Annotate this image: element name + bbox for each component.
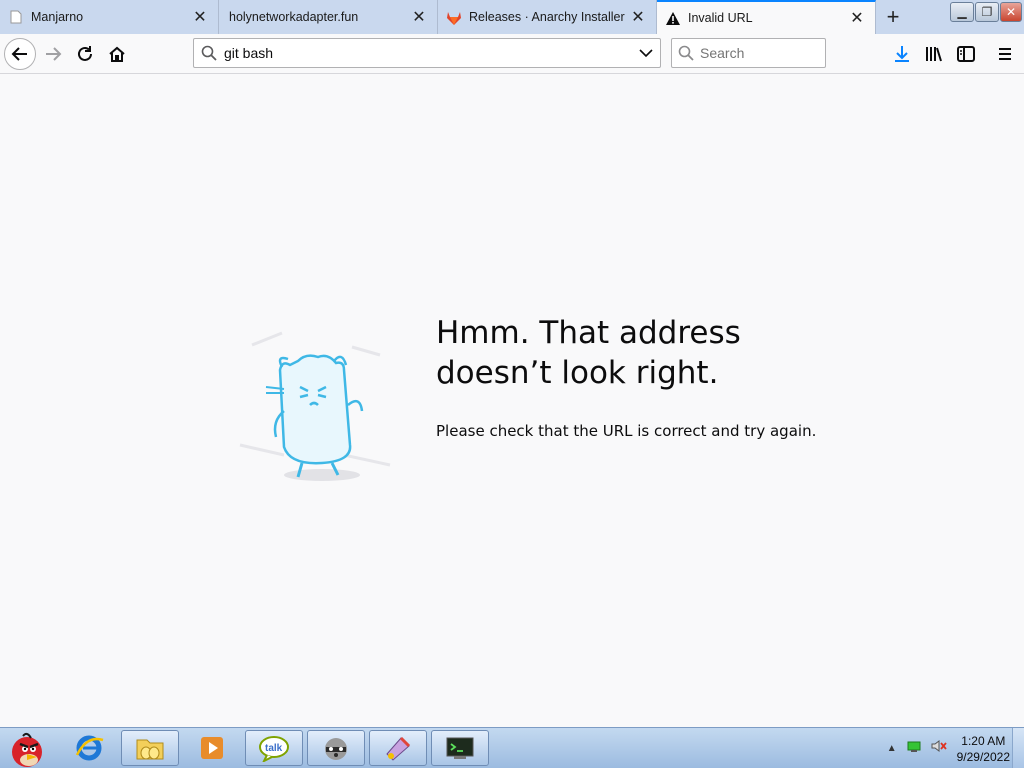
page-icon [8, 9, 24, 25]
close-icon[interactable]: ✕ [847, 8, 867, 28]
warning-icon [665, 10, 681, 26]
chevron-down-icon[interactable] [632, 48, 660, 58]
home-icon [109, 46, 125, 62]
library-button[interactable] [919, 38, 949, 70]
tab-strip: Manjarno ✕ holynetworkadapter.fun ✕ Rele… [0, 0, 1024, 34]
google-talk-button[interactable]: talk [245, 730, 303, 766]
angry-bird-icon [12, 732, 42, 767]
close-icon[interactable]: ✕ [409, 7, 429, 27]
svg-text:talk: talk [265, 743, 283, 754]
address-input[interactable] [224, 45, 632, 61]
window-close-button[interactable]: ✕ [1000, 2, 1022, 22]
arrow-right-icon [46, 47, 62, 61]
tab-manjarno[interactable]: Manjarno ✕ [0, 0, 219, 34]
speaker-muted-icon[interactable] [931, 739, 947, 758]
arrow-left-icon [11, 47, 27, 61]
gitlab-icon [446, 9, 462, 25]
terminal-icon [446, 737, 474, 759]
clock-date: 9/29/2022 [956, 749, 1010, 764]
back-button[interactable] [4, 38, 36, 70]
media-player-icon [201, 737, 223, 759]
search-icon [672, 45, 700, 61]
raccoon-icon [325, 738, 347, 760]
tab-releases[interactable]: Releases · Anarchy Installer ✕ [438, 0, 657, 34]
home-button[interactable] [101, 38, 133, 70]
minimize-button[interactable]: ▁ [950, 2, 974, 22]
show-desktop-button[interactable] [1012, 728, 1024, 768]
network-icon[interactable] [907, 740, 921, 758]
tab-label: Manjarno [31, 10, 84, 24]
error-page: Hmm. That address doesn’t look right. Pl… [0, 75, 1024, 727]
media-player-button[interactable] [183, 730, 241, 766]
error-title-line1: Hmm. That address [436, 315, 741, 351]
google-talk-icon: talk [259, 736, 289, 762]
internet-explorer-button[interactable] [60, 730, 118, 766]
error-illustration [232, 325, 392, 495]
close-icon[interactable]: ✕ [628, 7, 648, 27]
new-tab-button[interactable]: + [876, 0, 910, 34]
tab-label: Releases · Anarchy Installer [469, 10, 625, 24]
chevron-up-icon[interactable]: ▲ [887, 743, 897, 754]
forward-button[interactable] [37, 38, 69, 70]
reload-button[interactable] [69, 38, 101, 70]
window-controls: ▁ ❐ ✕ [950, 2, 1022, 22]
hamburger-icon [999, 48, 1011, 60]
tab-label: holynetworkadapter.fun [229, 10, 359, 24]
menu-button[interactable] [990, 38, 1020, 70]
folder-icon [136, 739, 164, 760]
sidebar-button[interactable] [951, 38, 981, 70]
raccoon-app-button[interactable] [307, 730, 365, 766]
file-explorer-button[interactable] [121, 730, 179, 766]
search-input[interactable] [700, 45, 818, 61]
internet-explorer-icon [75, 735, 104, 761]
terminal-app-button[interactable] [431, 730, 489, 766]
sidebar-icon [957, 46, 975, 62]
error-title: Hmm. That address doesn’t look right. [436, 313, 796, 393]
downloads-button[interactable] [887, 38, 917, 70]
download-icon [895, 46, 909, 62]
search-icon [194, 45, 224, 61]
system-tray: ▲ 1:20 AM 9/29/2022 [887, 728, 1010, 768]
clock-time: 1:20 AM [961, 733, 1006, 748]
reload-icon [78, 46, 92, 61]
address-bar[interactable] [193, 38, 661, 68]
navigation-toolbar [0, 34, 1024, 74]
paint-icon [386, 736, 411, 761]
clock[interactable]: 1:20 AM 9/29/2022 [957, 733, 1010, 765]
taskbar: talk ▲ 1:20 AM 9/29/2022 [0, 727, 1024, 768]
search-bar[interactable] [671, 38, 826, 68]
paint-app-button[interactable] [369, 730, 427, 766]
tab-invalid-url[interactable]: Invalid URL ✕ [657, 0, 876, 34]
tab-holynetworkadapter[interactable]: holynetworkadapter.fun ✕ [219, 0, 438, 34]
error-title-line2: doesn’t look right. [436, 355, 719, 391]
error-message: Please check that the URL is correct and… [436, 422, 817, 440]
tab-label: Invalid URL [688, 11, 753, 25]
close-icon[interactable]: ✕ [190, 7, 210, 27]
restore-button[interactable]: ❐ [975, 2, 999, 22]
library-icon [926, 47, 942, 62]
start-button[interactable] [2, 728, 52, 768]
